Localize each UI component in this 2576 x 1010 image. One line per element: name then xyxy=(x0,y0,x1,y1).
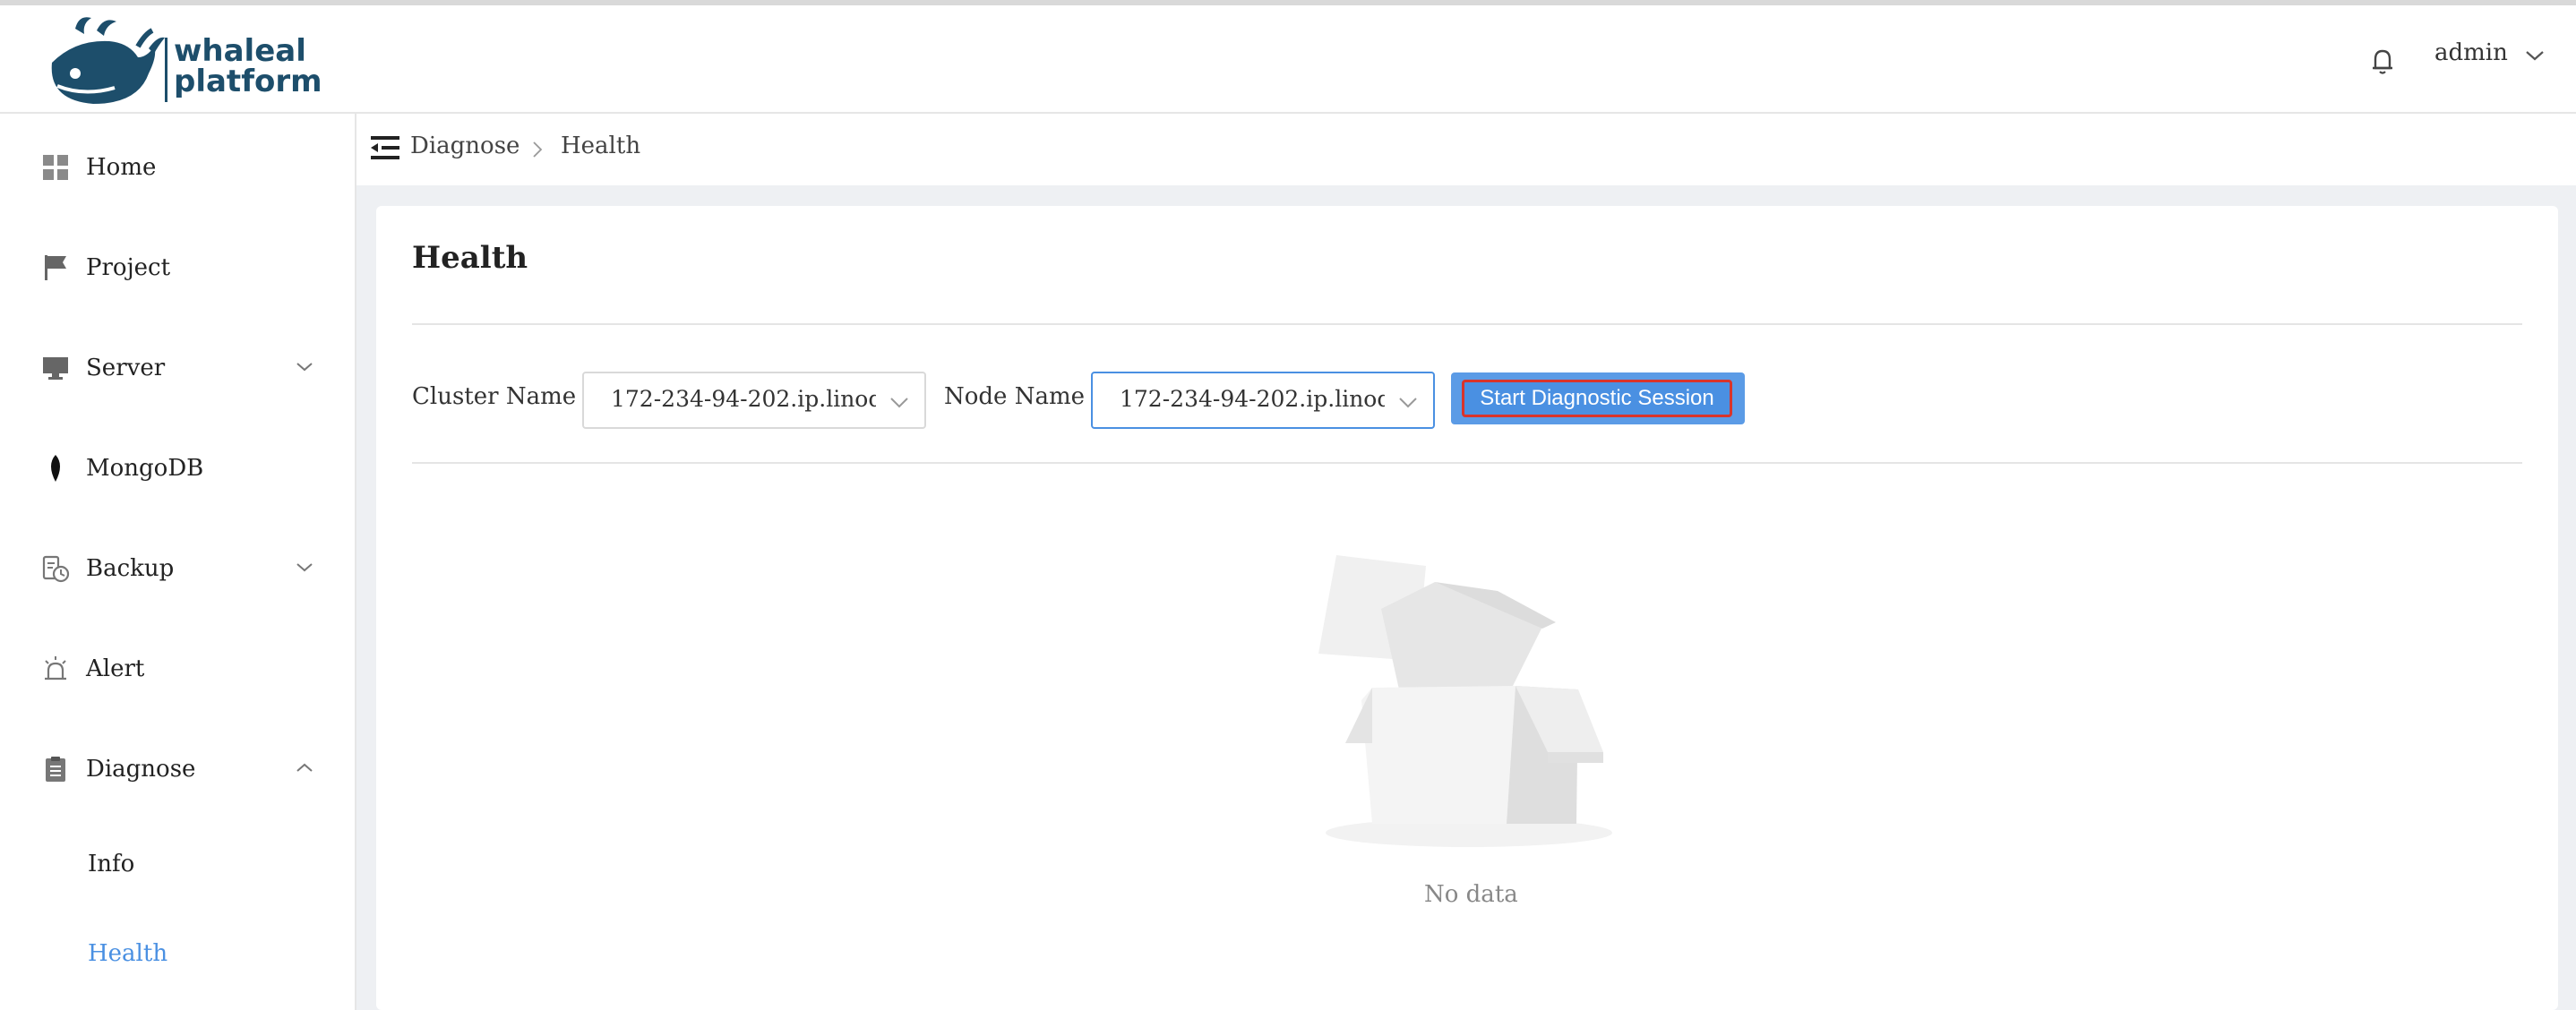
breadcrumb-item-health: Health xyxy=(561,133,641,159)
logo-text: whaleal platform xyxy=(174,36,322,97)
sidebar-item-label: Backup xyxy=(86,555,175,582)
sidebar-item-backup[interactable]: Backup xyxy=(0,533,355,604)
bell-icon[interactable] xyxy=(2365,43,2400,79)
chevron-down-icon xyxy=(1399,398,1417,408)
cluster-name-select[interactable]: 172-234-94-202.ip.linode xyxy=(582,372,926,429)
logo-line-1: whaleal xyxy=(174,33,306,69)
chevron-down-icon xyxy=(296,563,313,572)
chevron-down-icon xyxy=(296,363,313,372)
node-name-value: 172-234-94-202.ip.linode xyxy=(1120,386,1385,412)
sidebar-item-label: MongoDB xyxy=(86,455,204,482)
page-title: Health xyxy=(412,240,528,276)
sidebar-subitem-info[interactable]: Info xyxy=(0,828,355,900)
backup-icon xyxy=(42,555,70,583)
divider xyxy=(412,462,2522,464)
logo-line-2: platform xyxy=(174,64,322,99)
chevron-down-icon xyxy=(890,398,908,408)
sidebar-item-mongodb[interactable]: MongoDB xyxy=(0,432,355,504)
empty-box-icon xyxy=(1318,555,1612,847)
sidebar-item-label: Diagnose xyxy=(86,756,196,783)
sidebar-item-diagnose[interactable]: Diagnose xyxy=(0,733,355,805)
cluster-name-label: Cluster Name xyxy=(412,383,577,410)
sidebar-subitem-label: Health xyxy=(88,940,168,967)
node-name-label: Node Name xyxy=(944,383,1085,410)
start-diagnostic-session-button[interactable]: Start Diagnostic Session xyxy=(1451,372,1745,424)
top-header: whaleal platform admin xyxy=(0,5,2576,114)
empty-state-text: No data xyxy=(1424,881,1518,908)
divider xyxy=(412,323,2522,325)
logo[interactable]: whaleal platform xyxy=(39,11,326,111)
chevron-down-icon[interactable] xyxy=(2524,47,2546,64)
chevron-right-icon xyxy=(533,141,543,158)
breadcrumb xyxy=(356,114,2576,185)
sidebar-item-label: Project xyxy=(86,254,171,281)
sidebar-item-label: Home xyxy=(86,154,157,181)
sidebar-item-label: Server xyxy=(86,355,166,381)
cluster-name-value: 172-234-94-202.ip.linode xyxy=(611,386,876,412)
sidebar-item-home[interactable]: Home xyxy=(0,132,355,203)
breadcrumb-item-diagnose[interactable]: Diagnose xyxy=(410,133,519,159)
sidebar-item-alert[interactable]: Alert xyxy=(0,633,355,705)
sidebar: Home Project Server MongoDB Backup Alert… xyxy=(0,114,356,1010)
chevron-up-icon xyxy=(296,763,313,772)
alarm-icon xyxy=(45,656,66,680)
logo-divider xyxy=(165,38,167,102)
start-diagnostic-session-label: Start Diagnostic Session xyxy=(1462,380,1732,417)
sidebar-subitem-label: Info xyxy=(88,851,135,877)
monitor-icon xyxy=(43,357,68,380)
node-name-select[interactable]: 172-234-94-202.ip.linode xyxy=(1091,372,1435,429)
menu-fold-icon[interactable] xyxy=(371,134,399,161)
clipboard-icon xyxy=(46,757,65,782)
sidebar-item-project[interactable]: Project xyxy=(0,232,355,304)
sidebar-subitem-health[interactable]: Health xyxy=(0,918,355,989)
sidebar-item-label: Alert xyxy=(86,655,145,682)
whale-logo-icon xyxy=(51,17,165,104)
leaf-icon xyxy=(51,455,60,482)
flag-icon xyxy=(45,255,66,280)
user-menu-label[interactable]: admin xyxy=(2434,39,2508,66)
sidebar-item-server[interactable]: Server xyxy=(0,332,355,404)
grid-icon xyxy=(43,155,68,180)
